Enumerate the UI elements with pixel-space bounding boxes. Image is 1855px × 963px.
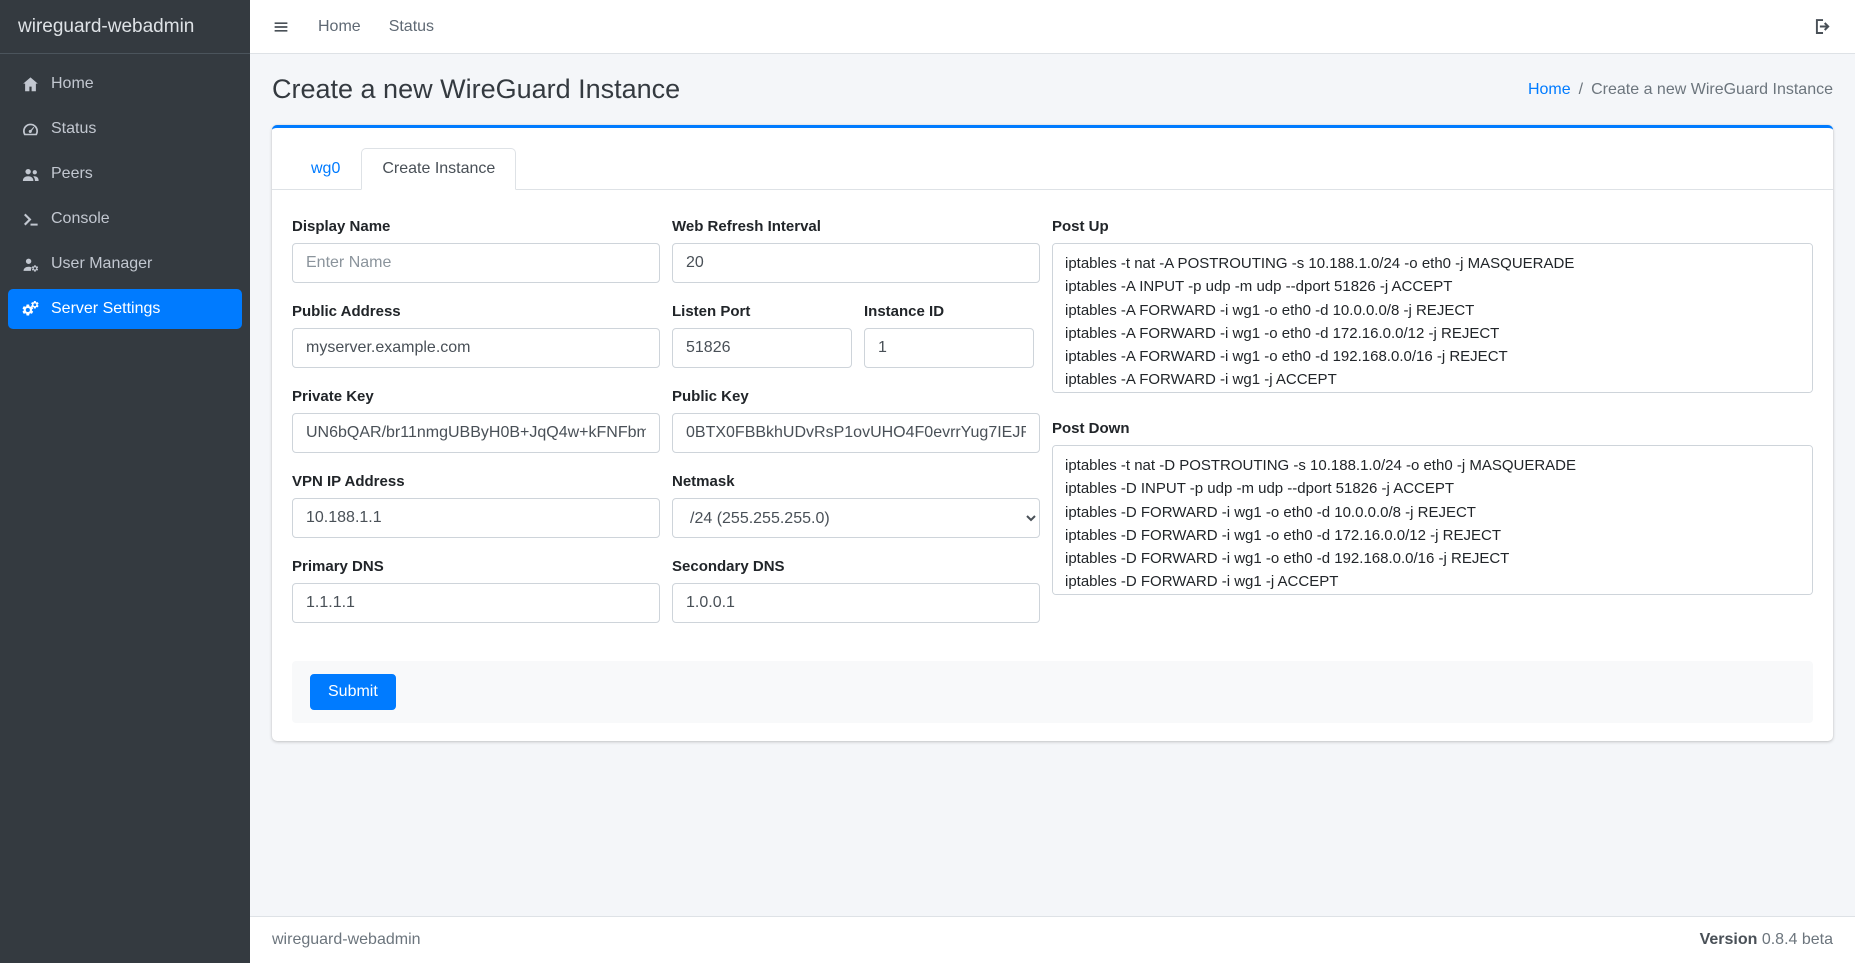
sidebar-nav: Home Status Peers Console User Manager S… — [0, 54, 250, 339]
submit-button[interactable]: Submit — [310, 674, 396, 710]
sidebar-item-console[interactable]: Console — [8, 199, 242, 239]
sidebar-item-status[interactable]: Status — [8, 109, 242, 149]
instance-form: Display Name Web Refresh Interval Post U… — [272, 190, 1833, 741]
sidebar-item-peers[interactable]: Peers — [8, 154, 242, 194]
secondary-dns-field: Secondary DNS — [672, 558, 1040, 623]
topnav-left: Home Status — [272, 18, 434, 36]
vpn-ip-field: VPN IP Address — [292, 473, 660, 538]
web-refresh-input[interactable] — [672, 243, 1040, 283]
main-area: Home Status Create a new WireGuard Insta… — [250, 0, 1855, 963]
web-refresh-field: Web Refresh Interval — [672, 218, 1040, 283]
tab-create-instance[interactable]: Create Instance — [361, 148, 516, 190]
public-key-input[interactable] — [672, 413, 1040, 453]
sidebar: wireguard-webadmin Home Status Peers Con… — [0, 0, 250, 963]
topnav-right — [1812, 16, 1833, 37]
post-up-field: Post Up — [1052, 218, 1813, 398]
instance-card: wg0 Create Instance Display Name Web Ref… — [272, 125, 1833, 741]
netmask-select[interactable]: /24 (255.255.255.0) — [672, 498, 1040, 538]
tab-wg0[interactable]: wg0 — [290, 148, 361, 190]
breadcrumb-current: Create a new WireGuard Instance — [1591, 81, 1833, 99]
post-up-label: Post Up — [1052, 218, 1813, 235]
post-down-textarea[interactable] — [1052, 445, 1813, 595]
page-footer: wireguard-webadmin Version 0.8.4 beta — [250, 916, 1855, 963]
public-address-label: Public Address — [292, 303, 660, 320]
sidebar-item-label: Status — [51, 120, 96, 138]
private-key-label: Private Key — [292, 388, 660, 405]
instance-id-input[interactable] — [864, 328, 1034, 368]
sidebar-item-server-settings[interactable]: Server Settings — [8, 289, 242, 329]
secondary-dns-input[interactable] — [672, 583, 1040, 623]
sidebar-item-label: Server Settings — [51, 300, 160, 318]
display-name-label: Display Name — [292, 218, 660, 235]
private-key-field: Private Key — [292, 388, 660, 453]
instance-tabs: wg0 Create Instance — [272, 128, 1833, 190]
vpn-ip-input[interactable] — [292, 498, 660, 538]
users-icon — [20, 164, 40, 184]
top-navbar: Home Status — [250, 0, 1855, 54]
public-key-label: Public Key — [672, 388, 1040, 405]
page-title: Create a new WireGuard Instance — [272, 74, 680, 105]
web-refresh-label: Web Refresh Interval — [672, 218, 1040, 235]
vpn-ip-label: VPN IP Address — [292, 473, 660, 490]
listen-port-label: Listen Port — [672, 303, 852, 320]
post-scripts-column: Post Up Post Down — [1052, 218, 1813, 600]
content: Create a new WireGuard Instance Home / C… — [250, 54, 1855, 916]
sidebar-item-label: User Manager — [51, 255, 152, 273]
post-up-textarea[interactable] — [1052, 243, 1813, 393]
footer-version: Version 0.8.4 beta — [1700, 931, 1833, 949]
sidebar-item-label: Peers — [51, 165, 93, 183]
home-icon — [20, 74, 40, 94]
footer-version-value: 0.8.4 beta — [1762, 931, 1833, 948]
secondary-dns-label: Secondary DNS — [672, 558, 1040, 575]
submit-band: Submit — [292, 661, 1813, 723]
public-key-field: Public Key — [672, 388, 1040, 453]
sidebar-item-label: Home — [51, 75, 94, 93]
user-gear-icon — [20, 254, 40, 274]
footer-brand: wireguard-webadmin — [272, 931, 421, 949]
topnav-link-home[interactable]: Home — [318, 18, 361, 36]
public-address-field: Public Address — [292, 303, 660, 368]
listen-port-field: Listen Port — [672, 303, 852, 368]
instance-id-label: Instance ID — [864, 303, 1034, 320]
footer-version-label: Version — [1700, 931, 1758, 948]
listen-port-input[interactable] — [672, 328, 852, 368]
post-down-label: Post Down — [1052, 420, 1813, 437]
brand-link[interactable]: wireguard-webadmin — [0, 0, 250, 54]
private-key-input[interactable] — [292, 413, 660, 453]
gauge-icon — [20, 119, 40, 139]
primary-dns-field: Primary DNS — [292, 558, 660, 623]
breadcrumb: Home / Create a new WireGuard Instance — [1528, 81, 1833, 99]
port-id-row: Listen Port Instance ID — [672, 303, 1040, 368]
gears-icon — [20, 299, 40, 319]
topnav-link-status[interactable]: Status — [389, 18, 434, 36]
primary-dns-input[interactable] — [292, 583, 660, 623]
public-address-input[interactable] — [292, 328, 660, 368]
sidebar-item-user-manager[interactable]: User Manager — [8, 244, 242, 284]
netmask-label: Netmask — [672, 473, 1040, 490]
sidebar-item-home[interactable]: Home — [8, 64, 242, 104]
page-head: Create a new WireGuard Instance Home / C… — [250, 54, 1855, 121]
breadcrumb-home-link[interactable]: Home — [1528, 81, 1571, 99]
hamburger-icon[interactable] — [272, 18, 290, 36]
primary-dns-label: Primary DNS — [292, 558, 660, 575]
app-root: wireguard-webadmin Home Status Peers Con… — [0, 0, 1855, 963]
post-down-field: Post Down — [1052, 420, 1813, 600]
display-name-field: Display Name — [292, 218, 660, 283]
display-name-input[interactable] — [292, 243, 660, 283]
terminal-icon — [20, 209, 40, 229]
instance-id-field: Instance ID — [864, 303, 1034, 368]
netmask-field: Netmask /24 (255.255.255.0) — [672, 473, 1040, 538]
logout-icon[interactable] — [1812, 16, 1833, 37]
breadcrumb-separator: / — [1579, 81, 1583, 99]
sidebar-item-label: Console — [51, 210, 110, 228]
